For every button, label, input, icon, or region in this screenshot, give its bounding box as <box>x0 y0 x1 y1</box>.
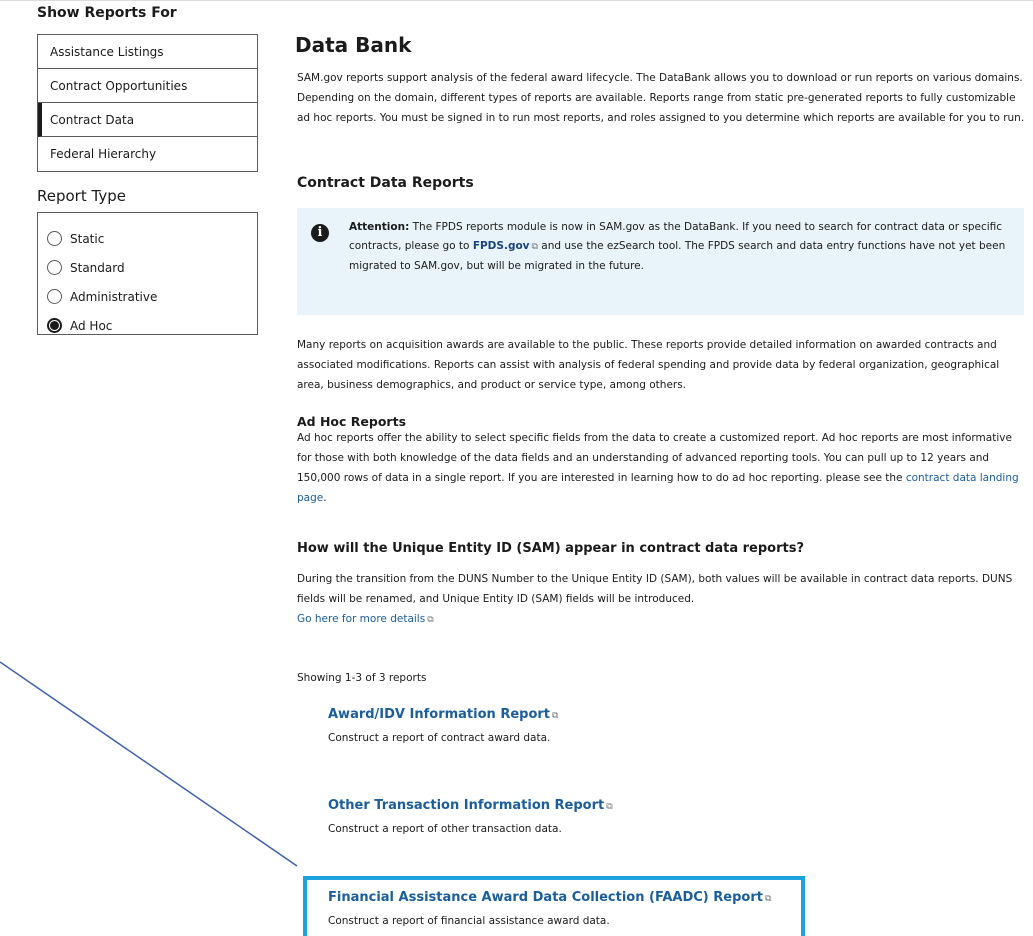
radio-button[interactable] <box>47 231 62 246</box>
uei-heading: How will the Unique Entity ID (SAM) appe… <box>297 541 805 556</box>
domain-filter-list: Assistance Listings Contract Opportuniti… <box>37 34 258 172</box>
report-type-group: Static Standard Administrative Ad Hoc <box>37 212 258 335</box>
filter-federal-hierarchy[interactable]: Federal Hierarchy <box>38 137 257 171</box>
alert-label: Attention: <box>349 221 410 233</box>
report-type-standard[interactable]: Standard <box>47 253 257 282</box>
report-item: Other Transaction Information Report ⧉ Co… <box>328 794 613 835</box>
radio-button[interactable] <box>47 289 62 304</box>
report-type-ad-hoc[interactable]: Ad Hoc <box>47 311 257 340</box>
report-item: Award/IDV Information Report ⧉ Construct … <box>328 703 558 744</box>
report-title-link[interactable]: Award/IDV Information Report <box>328 707 550 722</box>
public-info-paragraph: Many reports on acquisition awards are a… <box>297 339 1000 391</box>
info-icon: i <box>311 224 329 242</box>
external-link-icon: ⧉ <box>552 711 559 721</box>
top-divider <box>0 0 1033 1</box>
radio-label: Ad Hoc <box>70 318 113 333</box>
report-description: Construct a report of other transaction … <box>328 823 562 835</box>
radio-button-selected[interactable] <box>47 318 62 333</box>
more-details-link[interactable]: Go here for more details <box>297 613 425 625</box>
radio-label: Static <box>70 231 105 246</box>
adhoc-paragraph: Ad hoc reports offer the ability to sele… <box>297 428 1025 508</box>
report-type-heading: Report Type <box>37 187 126 205</box>
report-title-row: Other Transaction Information Report ⧉ <box>328 794 613 813</box>
filter-contract-opportunities[interactable]: Contract Opportunities <box>38 69 257 103</box>
report-title-row: Award/IDV Information Report ⧉ <box>328 703 558 722</box>
intro-paragraph: SAM.gov reports support analysis of the … <box>297 72 1025 124</box>
report-title-link[interactable]: Other Transaction Information Report <box>328 798 604 813</box>
report-description: Construct a report of contract award dat… <box>328 732 551 744</box>
uei-paragraph: During the transition from the DUNS Numb… <box>297 569 1027 630</box>
attention-alert: i Attention: The FPDS reports module is … <box>297 208 1024 315</box>
uei-text: During the transition from the DUNS Numb… <box>297 573 1013 605</box>
radio-label: Standard <box>70 260 125 275</box>
results-count: Showing 1-3 of 3 reports <box>297 672 427 684</box>
section-heading: Contract Data Reports <box>297 175 474 191</box>
radio-button[interactable] <box>47 260 62 275</box>
adhoc-heading: Ad Hoc Reports <box>297 414 407 429</box>
report-type-static[interactable]: Static <box>47 224 257 253</box>
adhoc-text-end: . <box>323 492 327 504</box>
adhoc-text: Ad hoc reports offer the ability to sele… <box>297 432 1012 484</box>
report-type-administrative[interactable]: Administrative <box>47 282 257 311</box>
external-link-icon: ⧉ <box>427 615 434 625</box>
filter-assistance-listings[interactable]: Assistance Listings <box>38 35 257 69</box>
show-reports-heading: Show Reports For <box>37 5 177 21</box>
alert-text: Attention: The FPDS reports module is no… <box>349 218 1008 276</box>
filter-contract-data[interactable]: Contract Data <box>38 103 257 137</box>
pointer-line <box>0 661 298 867</box>
external-link-icon: ⧉ <box>606 802 613 812</box>
highlight-annotation-box <box>303 876 805 936</box>
page-title: Data Bank <box>295 33 412 57</box>
fpds-link[interactable]: FPDS.gov <box>473 240 530 252</box>
radio-label: Administrative <box>70 289 158 304</box>
